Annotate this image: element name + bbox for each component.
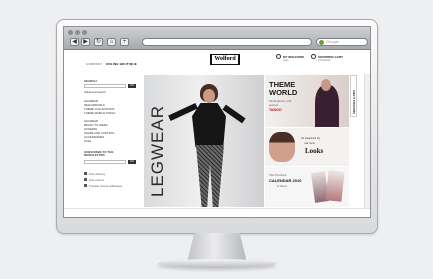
sidebar-item-theme-world[interactable]: Theme World Tango <box>84 111 115 115</box>
search-go-button[interactable]: GO <box>128 84 136 88</box>
hero-model-face <box>203 89 215 103</box>
looks-model-image <box>269 132 295 162</box>
services-tab[interactable]: SERVICES & INFO <box>350 75 357 117</box>
hero-title: LEGWEAR <box>148 104 167 197</box>
forward-button[interactable]: ▶ <box>81 38 90 46</box>
monitor: ◀ ▶ ↻ ⌂ + Google COMPANY ONLINE BOUTIQUE… <box>56 19 378 234</box>
monitor-base <box>158 259 276 268</box>
newsletter-input[interactable] <box>84 160 126 164</box>
theme-title-line2: WORLD <box>269 87 298 97</box>
calendar-line3: is here! <box>277 184 288 188</box>
wolford-logo[interactable]: Wolford <box>210 54 240 65</box>
back-button[interactable]: ◀ <box>70 38 79 46</box>
page-footer <box>64 208 370 217</box>
browser-window: ◀ ▶ ↻ ⌂ + Google COMPANY ONLINE BOUTIQUE… <box>63 26 371 218</box>
calendar-line2: CALENDAR 2010 <box>269 178 302 183</box>
free-delivery-link[interactable]: Free delivery <box>89 172 105 176</box>
login-link[interactable]: login <box>283 59 288 62</box>
calendar-panel[interactable]: The Wolford CALENDAR 2010 is here! <box>265 167 349 207</box>
address-bar[interactable] <box>142 38 312 46</box>
theme-world-panel[interactable]: THEME WORLD World dances with passion TA… <box>265 75 349 127</box>
hero-model-legs <box>196 145 224 207</box>
newsletter-go-button[interactable]: GO <box>128 160 136 164</box>
minimize-window-button[interactable] <box>75 30 80 35</box>
nav-online-boutique[interactable]: ONLINE BOUTIQUE <box>106 62 137 66</box>
theme-model-face <box>321 79 331 91</box>
advanced-search-link[interactable]: Advanced search <box>84 90 106 94</box>
account-icon <box>276 54 281 59</box>
cart-count: 0 Products <box>318 59 331 62</box>
add-bookmark-button[interactable]: + <box>120 38 129 46</box>
sidebar: SEARCH GO Advanced search Legwear New Ar… <box>80 75 143 207</box>
theme-subtitle: World dances with passion <box>269 99 292 107</box>
looks-line3: Looks <box>305 147 324 155</box>
looks-line1: be inspired by <box>301 136 321 140</box>
reload-button[interactable]: ↻ <box>94 38 103 46</box>
hero-banner[interactable]: LEGWEAR <box>144 75 264 207</box>
theme-world-title: THEME WORLD <box>269 81 297 96</box>
theme-model-image <box>315 85 339 127</box>
site-header: COMPANY ONLINE BOUTIQUE Wolford MY WOLFO… <box>64 50 370 74</box>
search-placeholder: Google <box>326 39 339 44</box>
home-button[interactable]: ⌂ <box>107 38 116 46</box>
hero-model-dress <box>192 103 226 147</box>
browser-toolbar: ◀ ▶ ↻ ⌂ + Google <box>64 27 370 50</box>
close-window-button[interactable] <box>68 30 73 35</box>
free-returns-link[interactable]: Free returns <box>89 178 104 182</box>
calendar-image <box>325 170 345 202</box>
search-input[interactable]: Google <box>316 38 368 46</box>
looks-line2: our new <box>304 141 316 145</box>
cart-icon <box>311 54 316 59</box>
returns-icon <box>84 178 87 181</box>
site-search-input[interactable] <box>84 84 126 88</box>
secure-icon <box>84 184 87 187</box>
nav-company[interactable]: COMPANY <box>86 62 102 66</box>
hero-model-arm <box>222 104 246 124</box>
zoom-window-button[interactable] <box>82 30 87 35</box>
delivery-icon <box>84 172 87 175</box>
google-icon <box>319 40 324 45</box>
services-tab-label: SERVICES & INFO <box>352 89 356 114</box>
sidebar-item-sale[interactable]: Sale <box>84 139 91 143</box>
new-looks-panel[interactable]: be inspired by our new Looks <box>265 128 349 166</box>
newsletter-label: SUBSCRIBE TO THE NEWSLETTER <box>84 150 114 158</box>
calendar-line1: The Wolford <box>269 173 287 177</box>
scrollbar[interactable] <box>364 74 370 214</box>
search-label: SEARCH <box>84 79 97 83</box>
theme-highlight: TANGO <box>269 108 282 112</box>
secure-address-link[interactable]: Transfer secure addresses <box>89 184 122 188</box>
